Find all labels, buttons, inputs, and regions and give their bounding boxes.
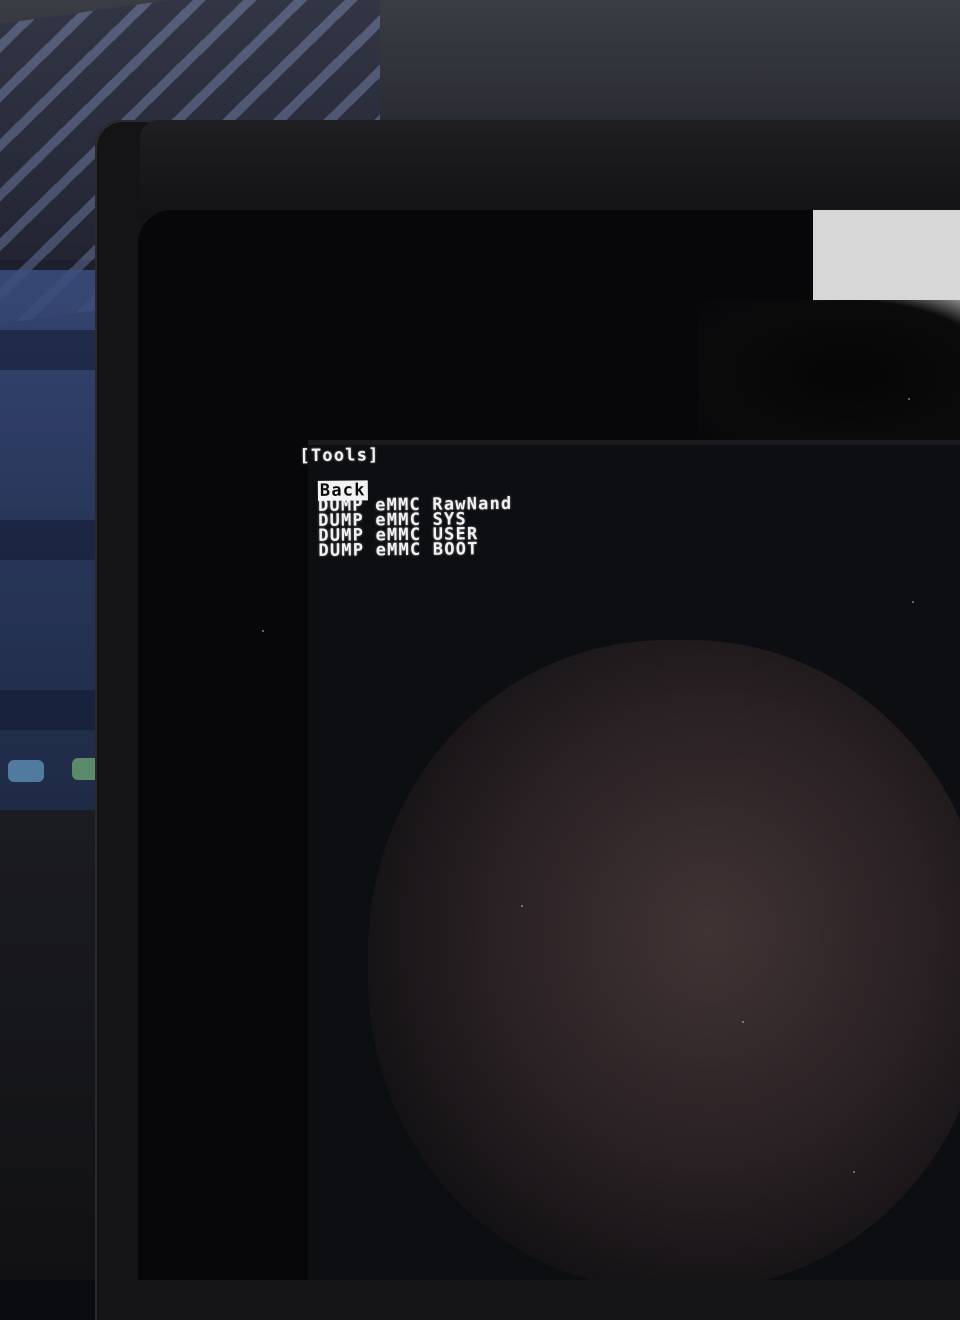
device-top-rim: [140, 120, 960, 220]
background-monitor-icon: [8, 760, 44, 782]
device-screen: [138, 210, 960, 1280]
tools-menu: [Tools] Back DUMP eMMC RawNand DUMP eMMC…: [299, 445, 513, 561]
dust-speck: [912, 601, 914, 603]
menu-list: Back DUMP eMMC RawNand DUMP eMMC SYS DUM…: [300, 480, 513, 561]
dust-speck: [521, 905, 523, 907]
dust-speck: [853, 1171, 855, 1173]
glass-reflection-hand: [368, 640, 960, 1280]
menu-item-label: DUMP eMMC BOOT: [318, 539, 479, 561]
glass-reflection-shadow: [698, 300, 960, 450]
menu-title: [Tools]: [299, 445, 380, 467]
dust-speck: [262, 630, 264, 632]
dust-speck: [908, 398, 910, 400]
dust-speck: [742, 1021, 744, 1023]
menu-item-dump-emmc-boot[interactable]: DUMP eMMC BOOT: [318, 539, 513, 561]
